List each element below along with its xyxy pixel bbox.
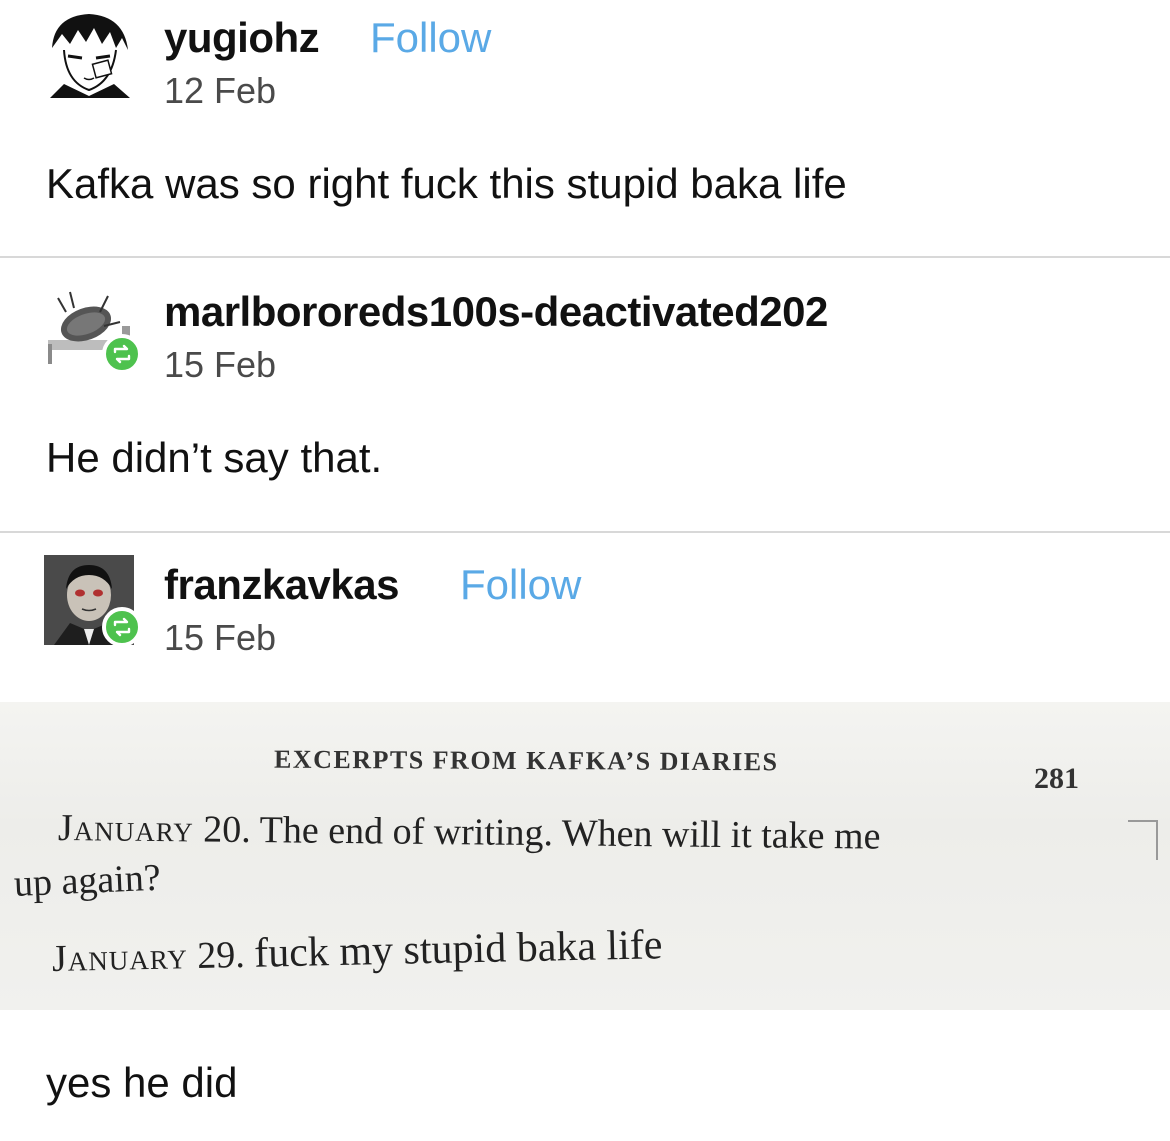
avatar[interactable] xyxy=(44,555,142,647)
diary-entry-2-line: January 29. fuck my stupid baka life xyxy=(51,921,663,982)
post-body: He didn’t say that. xyxy=(46,434,383,481)
diary-entry-2-day: 29. xyxy=(196,933,246,977)
reblog-icon xyxy=(102,607,142,647)
page-corner-mark xyxy=(1128,820,1158,860)
post-yugiohz: yugiohz Follow 12 Feb Kafka was so right… xyxy=(0,8,1170,258)
username[interactable]: franzkavkas xyxy=(164,561,400,609)
avatar[interactable] xyxy=(44,282,142,374)
username[interactable]: marlbororeds100s-deactivated202 xyxy=(164,288,828,336)
post-marlbororeds: marlbororeds100s-deactivated202 15 Feb H… xyxy=(0,282,1170,532)
follow-button[interactable]: Follow xyxy=(460,561,581,609)
diary-entry-1-text: The end of writing. When will it take me xyxy=(259,809,881,858)
post-date: 15 Feb xyxy=(164,344,277,385)
diary-running-head: EXCERPTS FROM KAFKA’S DIARIES xyxy=(273,744,779,777)
diary-entry-1-day: 20. xyxy=(203,808,252,852)
username[interactable]: yugiohz xyxy=(164,14,320,62)
post-header: yugiohz Follow 12 Feb xyxy=(0,8,1170,118)
avatar[interactable] xyxy=(44,8,136,100)
follow-button[interactable]: Follow xyxy=(370,14,491,62)
post-header: franzkavkas Follow 15 Feb xyxy=(0,555,1170,665)
post-body: yes he did xyxy=(46,1059,238,1106)
divider xyxy=(0,531,1170,533)
post-header: marlbororeds100s-deactivated202 15 Feb xyxy=(0,282,1170,392)
diary-entry-1-line-2: up again? xyxy=(13,856,162,905)
diary-entry-2-date: January xyxy=(51,935,189,980)
reblog-icon xyxy=(102,334,142,374)
diary-page-image: EXCERPTS FROM KAFKA’S DIARIES 281 Januar… xyxy=(0,702,1170,1010)
post-date: 15 Feb xyxy=(164,617,277,658)
diary-page-number: 281 xyxy=(1034,762,1079,795)
post-body: Kafka was so right fuck this stupid baka… xyxy=(46,160,847,207)
diary-entry-2-text: fuck my stupid baka life xyxy=(253,922,663,977)
manga-avatar-icon xyxy=(44,8,134,98)
diary-entry-1-date: January xyxy=(57,807,195,851)
divider xyxy=(0,256,1170,258)
diary-entry-1-line-1: January 20. The end of writing. When wil… xyxy=(58,806,881,859)
post-date: 12 Feb xyxy=(164,70,277,111)
